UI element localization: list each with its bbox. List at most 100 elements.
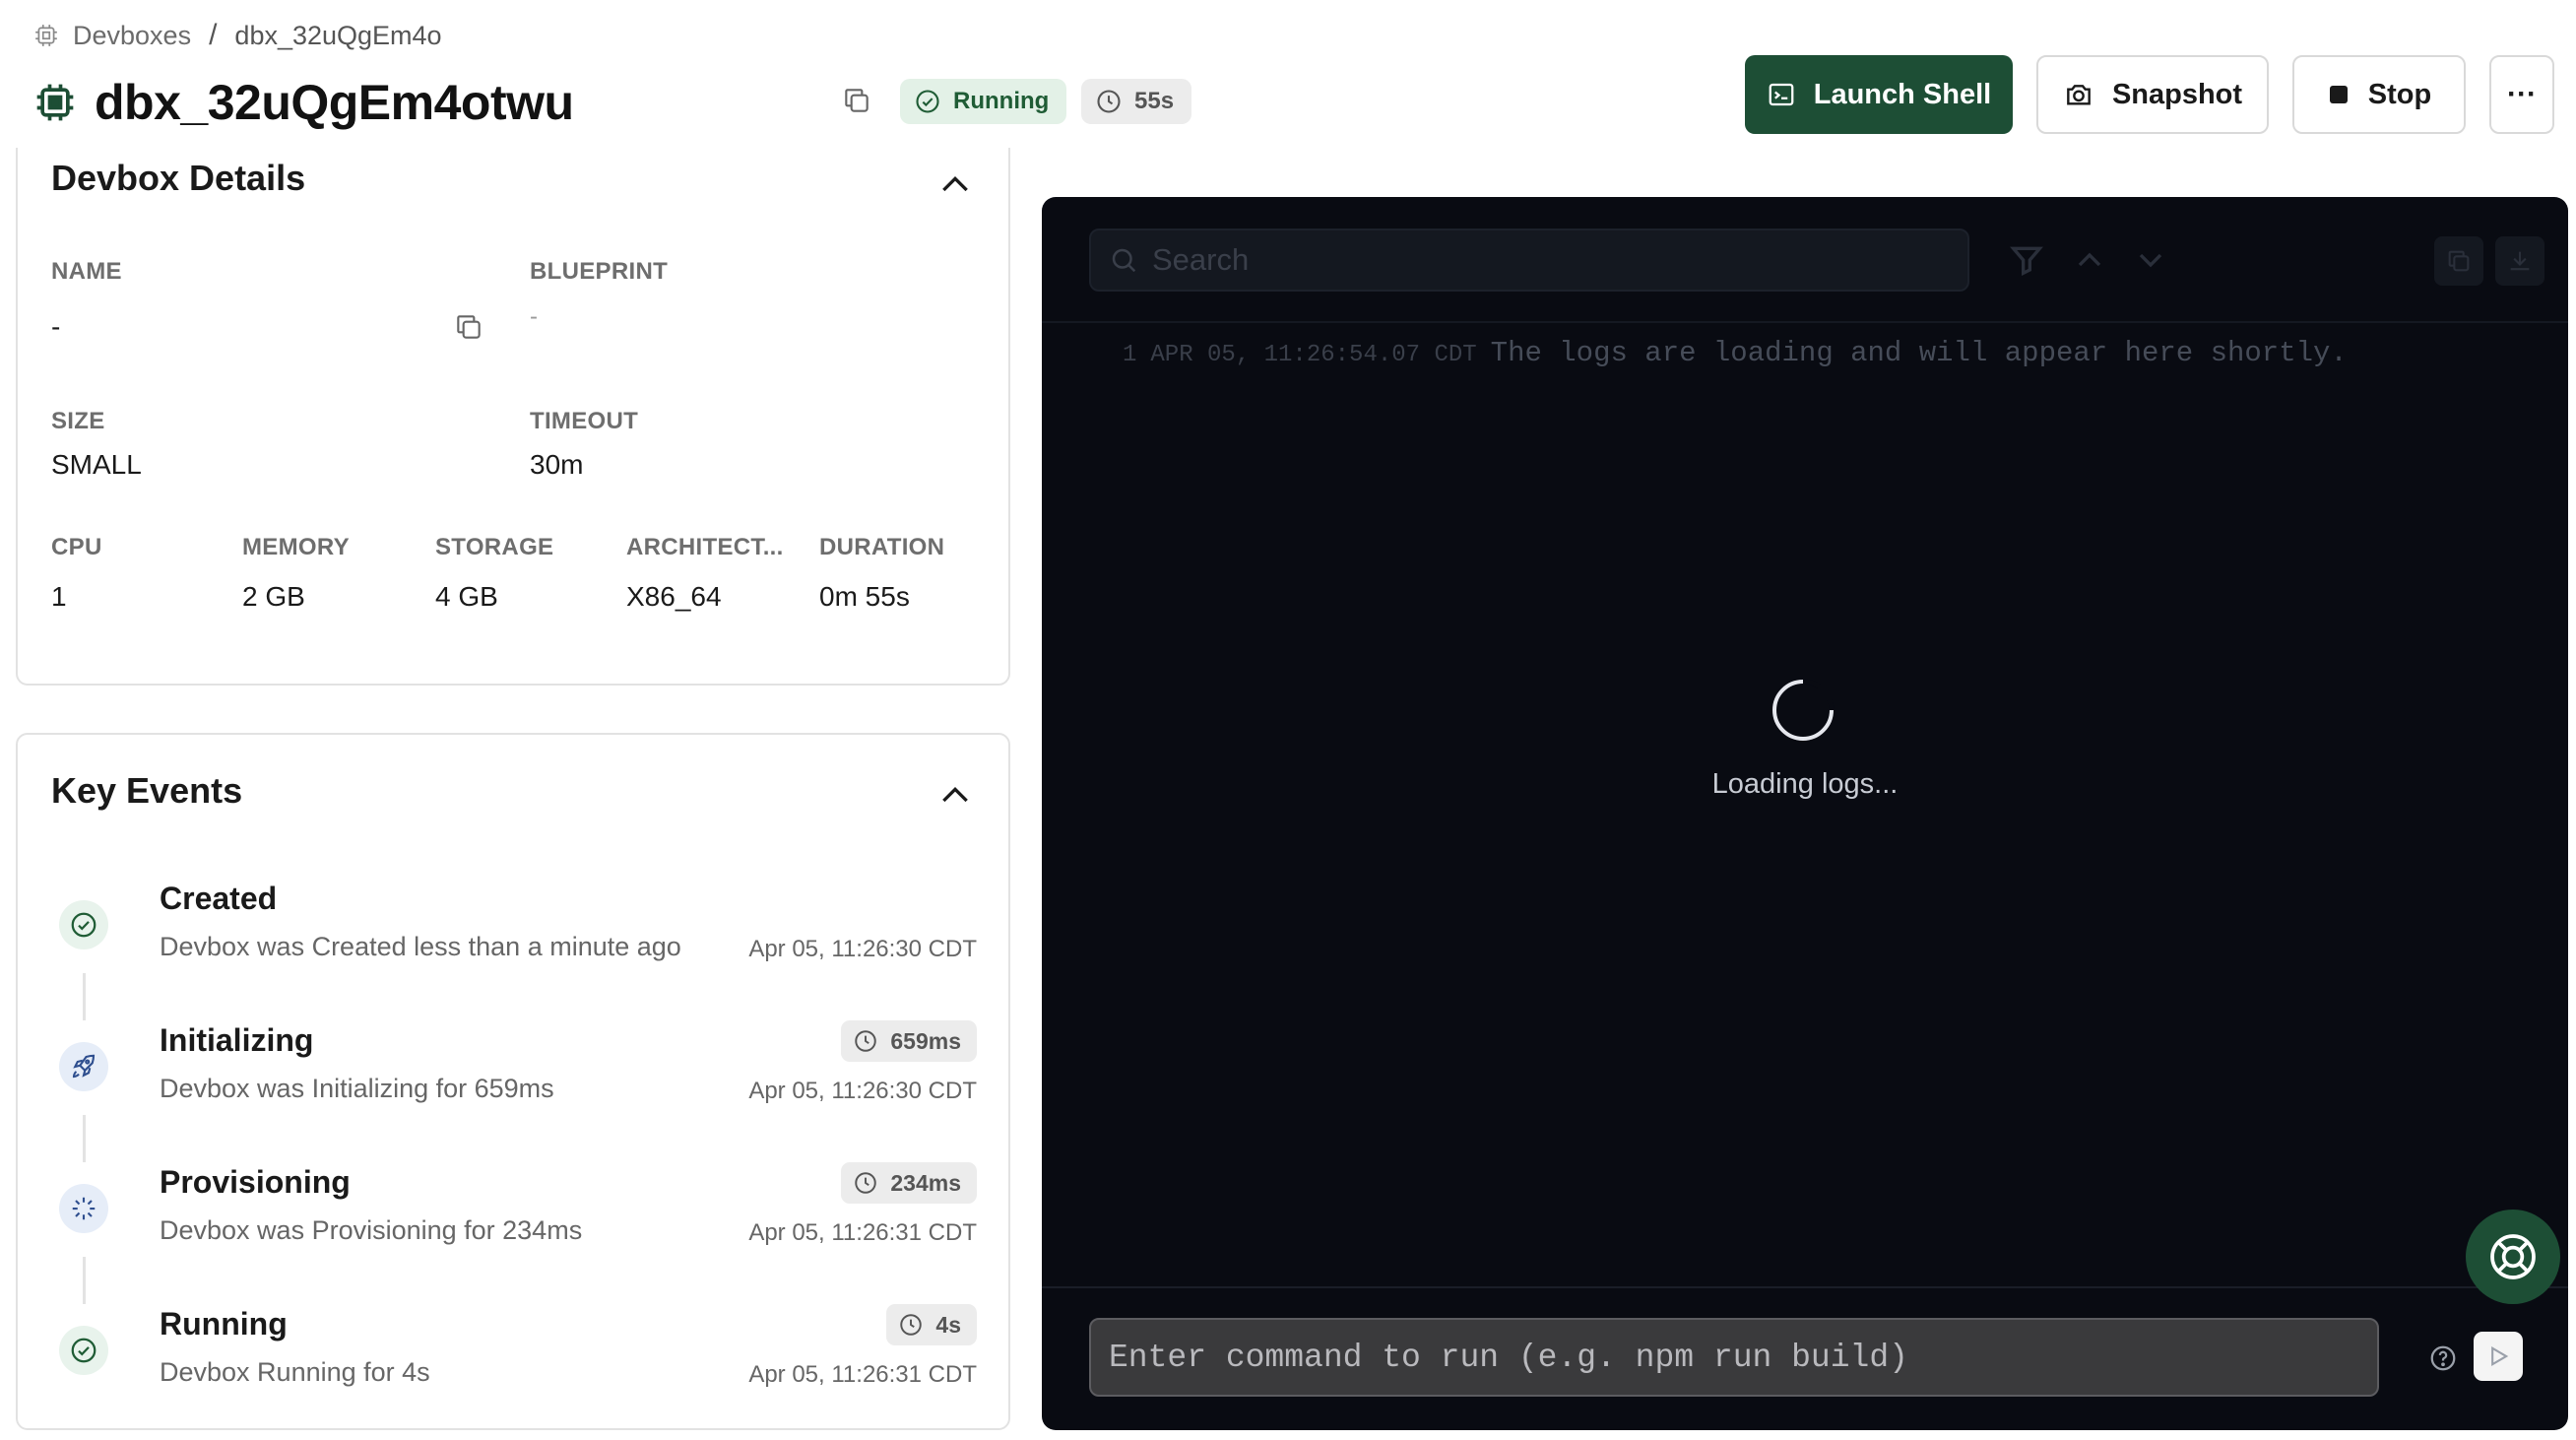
copy-id-icon[interactable] (841, 85, 872, 116)
support-lifebuoy-button[interactable] (2466, 1210, 2560, 1304)
camera-icon (2067, 85, 2091, 105)
breadcrumb-devboxes-link[interactable]: Devboxes (73, 21, 191, 51)
chip-icon (35, 25, 57, 46)
loading-logs-text: Loading logs... (1711, 768, 1899, 800)
storage-value: 4 GB (435, 581, 498, 612)
timeout-label: TIMEOUT (530, 408, 639, 434)
collapse-details-chevron-icon[interactable] (935, 165, 975, 205)
size-label: SIZE (51, 408, 105, 434)
more-options-button[interactable]: ··· (2489, 55, 2554, 134)
filter-icon[interactable] (2007, 240, 2046, 280)
breadcrumb-separator: / (209, 19, 218, 51)
stop-label: Stop (2367, 78, 2432, 110)
cpu-label: CPU (51, 534, 102, 560)
devbox-details-title: Devbox Details (51, 158, 306, 198)
clock-icon (855, 1030, 877, 1052)
key-events-title: Key Events (51, 770, 243, 811)
clock-icon (1097, 90, 1121, 113)
more-dots-icon: ··· (2507, 78, 2537, 110)
chevron-up-icon[interactable] (2070, 240, 2109, 280)
event-timestamp: Apr 05, 11:26:31 CDT (748, 1361, 977, 1388)
architecture-value: X86_64 (626, 581, 722, 612)
command-input[interactable] (1109, 1339, 2359, 1376)
status-badge: Running (900, 79, 1067, 124)
log-panel: 1 APR 05, 11:26:54.07 CDT The logs are loa… (1042, 197, 2568, 1430)
launch-shell-button[interactable]: Launch Shell (1745, 55, 2013, 134)
event-name: Created (160, 881, 278, 916)
event-timestamp: Apr 05, 11:26:31 CDT (748, 1219, 977, 1246)
memory-label: MEMORY (242, 534, 350, 560)
name-value: - (51, 311, 61, 342)
event-duration-badge: 659ms (841, 1020, 977, 1062)
status-text: Running (953, 88, 1050, 114)
event-initializing-icon (59, 1042, 108, 1091)
clock-icon (855, 1172, 877, 1194)
timeout-value: 30m (530, 449, 584, 480)
timeline-connector (83, 1257, 86, 1304)
collapse-events-chevron-icon[interactable] (935, 776, 975, 816)
duration-label: DURATION (819, 534, 945, 560)
blueprint-value: - (530, 303, 538, 330)
lifebuoy-icon (2490, 1234, 2536, 1279)
stop-button[interactable]: Stop (2292, 55, 2466, 134)
key-events-card: Key Events Created Devbox was Created le… (16, 733, 1010, 1430)
log-search-input[interactable] (1152, 242, 1940, 278)
copy-logs-button[interactable] (2434, 236, 2483, 286)
size-value: SMALL (51, 449, 142, 480)
devbox-details-card: Devbox Details NAME - BLUEPRINT - SIZE S… (16, 148, 1010, 686)
snapshot-button[interactable]: Snapshot (2036, 55, 2269, 134)
log-line-number: 1 (1123, 342, 1137, 368)
elapsed-text: 55s (1134, 88, 1175, 114)
event-running-icon (59, 1326, 108, 1375)
help-circle-icon[interactable] (2428, 1343, 2458, 1373)
download-logs-button[interactable] (2495, 236, 2544, 286)
cpu-value: 1 (51, 581, 67, 612)
launch-shell-label: Launch Shell (1813, 78, 1992, 110)
check-circle-icon (916, 90, 939, 113)
timeline-connector (83, 973, 86, 1020)
command-input-box[interactable] (1089, 1318, 2379, 1397)
stop-square-icon (2329, 86, 2348, 103)
log-message: The logs are loading and will appear her… (1490, 337, 2348, 369)
event-duration-badge: 4s (886, 1304, 977, 1345)
log-search-box[interactable] (1089, 229, 1969, 292)
chevron-down-icon[interactable] (2131, 240, 2170, 280)
architecture-label: ARCHITECT... (626, 534, 784, 560)
check-circle-icon (71, 912, 97, 938)
event-duration-badge: 234ms (841, 1162, 977, 1204)
search-icon (1112, 248, 1136, 273)
terminal-icon (1769, 83, 1794, 106)
download-icon (2510, 251, 2530, 271)
play-icon (2491, 1346, 2509, 1366)
blueprint-label: BLUEPRINT (530, 258, 669, 285)
breadcrumb: Devboxes / dbx_32uQgEm4o (33, 16, 442, 55)
memory-value: 2 GB (242, 581, 305, 612)
breadcrumb-current: dbx_32uQgEm4o (234, 20, 442, 50)
name-label: NAME (51, 258, 122, 285)
title-row: dbx_32uQgEm4otwu Running 55s (33, 69, 1192, 136)
loading-spinner-icon (1772, 679, 1835, 741)
event-duration: 659ms (890, 1027, 961, 1054)
event-description: Devbox Running for 4s (160, 1357, 430, 1387)
event-duration: 234ms (890, 1169, 961, 1196)
event-description: Devbox was Provisioning for 234ms (160, 1215, 583, 1245)
rocket-icon (72, 1054, 96, 1079)
clock-icon (900, 1314, 923, 1336)
run-command-button[interactable] (2474, 1332, 2523, 1381)
event-timestamp: Apr 05, 11:26:30 CDT (748, 936, 977, 962)
event-name: Running (160, 1306, 288, 1342)
event-provisioning-icon (59, 1184, 108, 1233)
devbox-chip-icon (36, 84, 74, 121)
event-duration: 4s (935, 1311, 961, 1338)
copy-name-icon[interactable] (453, 311, 484, 343)
loader-icon (72, 1197, 96, 1220)
event-timestamp: Apr 05, 11:26:30 CDT (748, 1078, 977, 1104)
event-description: Devbox was Created less than a minute ag… (160, 932, 681, 961)
event-description: Devbox was Initializing for 659ms (160, 1074, 554, 1103)
command-bar-divider (1042, 1286, 2568, 1288)
timeline-connector (83, 1115, 86, 1162)
snapshot-label: Snapshot (2111, 78, 2243, 110)
elapsed-badge: 55s (1081, 79, 1192, 124)
event-name: Initializing (160, 1022, 314, 1058)
event-created-icon (59, 900, 108, 949)
